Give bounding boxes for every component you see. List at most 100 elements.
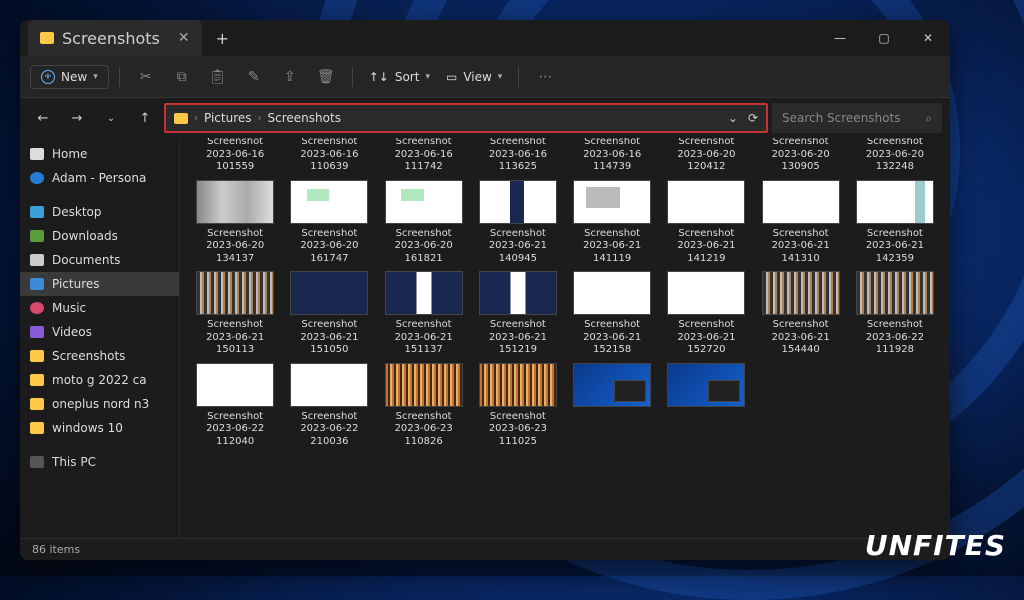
sidebar-label: Desktop: [52, 205, 102, 219]
minimize-button[interactable]: —: [818, 20, 862, 56]
breadcrumb-screenshots[interactable]: Screenshots: [268, 111, 341, 125]
sort-button[interactable]: ↑↓ Sort ▾: [363, 70, 436, 84]
file-item[interactable]: Screenshot2023-06-16110639: [284, 138, 374, 174]
sidebar-item-downloads[interactable]: Downloads: [20, 224, 179, 248]
close-window-button[interactable]: ✕: [906, 20, 950, 56]
home-icon: [30, 148, 44, 160]
file-item[interactable]: Screenshot2023-06-20120412: [661, 138, 751, 174]
paste-icon[interactable]: 📋︎: [202, 63, 234, 91]
documents-icon: [30, 254, 44, 266]
tab-title: Screenshots: [62, 29, 160, 48]
new-tab-button[interactable]: +: [216, 29, 229, 48]
delete-icon[interactable]: 🗑︎: [310, 63, 342, 91]
titlebar: Screenshots ✕ + — ▢ ✕: [20, 20, 950, 56]
file-item[interactable]: Screenshot2023-06-16113625: [473, 138, 563, 174]
more-icon[interactable]: ⋯: [529, 63, 561, 91]
file-item[interactable]: Screenshot2023-06-23110826: [379, 363, 469, 449]
file-item[interactable]: Screenshot2023-06-22111928: [850, 271, 940, 357]
sidebar-item-pictures[interactable]: Pictures: [20, 272, 179, 296]
file-label: Screenshot2023-06-21140945: [489, 228, 547, 266]
sidebar-item-thispc[interactable]: This PC: [20, 450, 179, 474]
folder-icon: [30, 398, 44, 410]
file-item[interactable]: Screenshot2023-06-16101559: [190, 138, 280, 174]
file-item[interactable]: Screenshot2023-06-21152720: [661, 271, 751, 357]
file-item[interactable]: Screenshot2023-06-16111742: [379, 138, 469, 174]
file-label: Screenshot2023-06-21141119: [583, 228, 641, 266]
music-icon: [30, 302, 44, 314]
thumbnail: [385, 180, 463, 224]
sidebar-item-win10[interactable]: windows 10: [20, 416, 179, 440]
view-button[interactable]: ▭ View ▾: [440, 70, 508, 84]
cloud-icon: [30, 172, 44, 184]
tab-screenshots[interactable]: Screenshots ✕: [28, 20, 202, 56]
file-item[interactable]: Screenshot2023-06-21141219: [661, 180, 751, 266]
thumbnail: [573, 271, 651, 315]
sidebar-item-onedrive[interactable]: Adam - Persona: [20, 166, 179, 190]
sidebar-item-oneplus[interactable]: oneplus nord n3: [20, 392, 179, 416]
file-item[interactable]: Screenshot2023-06-21150113: [190, 271, 280, 357]
file-item[interactable]: Screenshot2023-06-16114739: [567, 138, 657, 174]
chevron-right-icon: ›: [194, 113, 198, 124]
chevron-right-icon: ›: [258, 113, 262, 124]
file-item[interactable]: Screenshot2023-06-23111025: [473, 363, 563, 449]
chevron-down-icon[interactable]: ⌄: [96, 103, 126, 133]
file-item[interactable]: Screenshot2023-06-20130905: [756, 138, 846, 174]
sidebar-item-home[interactable]: Home: [20, 142, 179, 166]
pc-icon: [30, 456, 44, 468]
file-item[interactable]: Screenshot2023-06-22210036: [284, 363, 374, 449]
file-item[interactable]: Screenshot2023-06-20134137: [190, 180, 280, 266]
address-bar[interactable]: › Pictures › Screenshots ⌄ ⟳: [164, 103, 768, 133]
file-item[interactable]: Screenshot2023-06-21151219: [473, 271, 563, 357]
sidebar-label: Pictures: [52, 277, 100, 291]
file-item[interactable]: Screenshot2023-06-21142359: [850, 180, 940, 266]
file-item[interactable]: Screenshot2023-06-21141310: [756, 180, 846, 266]
sidebar-item-videos[interactable]: Videos: [20, 320, 179, 344]
file-item[interactable]: [661, 363, 751, 449]
file-label: Screenshot2023-06-22112040: [206, 411, 264, 449]
file-item[interactable]: Screenshot2023-06-20161821: [379, 180, 469, 266]
file-item[interactable]: Screenshot2023-06-21141119: [567, 180, 657, 266]
forward-button[interactable]: →: [62, 103, 92, 133]
sidebar-item-music[interactable]: Music: [20, 296, 179, 320]
search-input[interactable]: Search Screenshots ⌕: [772, 103, 942, 133]
maximize-button[interactable]: ▢: [862, 20, 906, 56]
sidebar-label: Screenshots: [52, 349, 125, 363]
sidebar-item-screenshots[interactable]: Screenshots: [20, 344, 179, 368]
sidebar-label: This PC: [52, 455, 96, 469]
sidebar-item-motog[interactable]: moto g 2022 ca: [20, 368, 179, 392]
file-item[interactable]: Screenshot2023-06-20161747: [284, 180, 374, 266]
rename-icon[interactable]: ✎: [238, 63, 270, 91]
cut-icon[interactable]: ✂: [130, 63, 162, 91]
chevron-down-icon[interactable]: ⌄: [728, 111, 738, 125]
file-label: Screenshot2023-06-21154440: [772, 319, 830, 357]
sidebar-label: Music: [52, 301, 86, 315]
file-item[interactable]: [567, 363, 657, 449]
file-label: Screenshot2023-06-16101559: [206, 138, 264, 174]
new-button[interactable]: + New ▾: [30, 65, 109, 89]
thumbnail: [762, 180, 840, 224]
breadcrumb-pictures[interactable]: Pictures: [204, 111, 252, 125]
file-item[interactable]: Screenshot2023-06-22112040: [190, 363, 280, 449]
desktop-icon: [30, 206, 44, 218]
file-item[interactable]: Screenshot2023-06-21140945: [473, 180, 563, 266]
file-item[interactable]: Screenshot2023-06-20132248: [850, 138, 940, 174]
thumbnail: [290, 180, 368, 224]
back-button[interactable]: ←: [28, 103, 58, 133]
refresh-icon[interactable]: ⟳: [748, 111, 758, 125]
close-tab-icon[interactable]: ✕: [178, 30, 190, 46]
file-item[interactable]: Screenshot2023-06-21154440: [756, 271, 846, 357]
sidebar-item-documents[interactable]: Documents: [20, 248, 179, 272]
thumbnail: [667, 271, 745, 315]
file-item[interactable]: Screenshot2023-06-21152158: [567, 271, 657, 357]
copy-icon[interactable]: ⧉: [166, 63, 198, 91]
sidebar-item-desktop[interactable]: Desktop: [20, 200, 179, 224]
chevron-down-icon: ▾: [425, 72, 430, 82]
thumbnail: [856, 271, 934, 315]
up-button[interactable]: ↑: [130, 103, 160, 133]
file-label: Screenshot2023-06-21151137: [395, 319, 453, 357]
file-item[interactable]: Screenshot2023-06-21151050: [284, 271, 374, 357]
file-label: Screenshot2023-06-20120412: [677, 138, 735, 174]
videos-icon: [30, 326, 44, 338]
file-item[interactable]: Screenshot2023-06-21151137: [379, 271, 469, 357]
share-icon[interactable]: ⇪: [274, 63, 306, 91]
